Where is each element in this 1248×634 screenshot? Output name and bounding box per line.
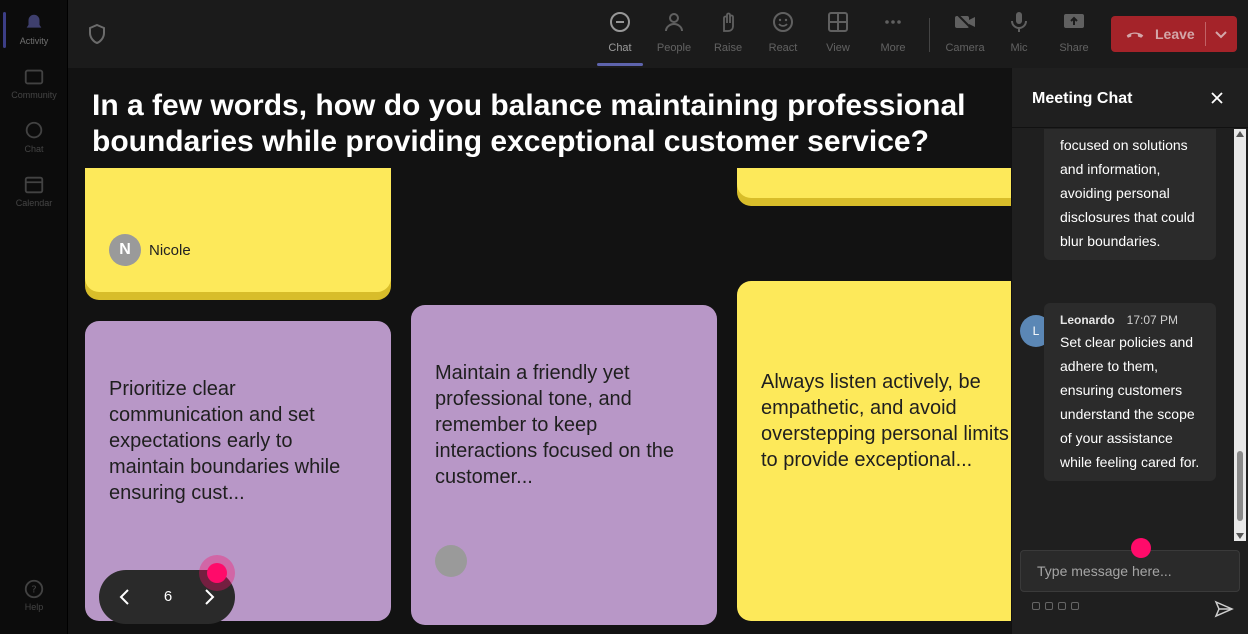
people-icon [665,13,683,32]
chat-message: Leonardo 17:07 PM Set clear policies and … [1044,303,1216,481]
idea-card[interactable] [737,168,1011,198]
toolbar-people-button[interactable]: People [646,10,702,54]
chat-scrollbar[interactable] [1234,129,1246,541]
chat-message: focused on solutions and information, av… [1044,129,1216,260]
toolbar-camera-button[interactable]: Camera [937,10,993,54]
chevron-left-icon[interactable] [115,587,135,607]
avatar [435,545,467,577]
chat-messages: focused on solutions and information, av… [1012,129,1234,541]
send-icon[interactable] [1214,599,1234,619]
toolbar-view-button[interactable]: View [810,10,866,54]
toolbar-camera-label: Camera [945,42,985,54]
toolbar-mic-button[interactable]: Mic [991,10,1047,54]
scroll-thumb[interactable] [1237,451,1243,521]
toolbar-share-label: Share [1059,42,1089,54]
rail-item-community[interactable]: Community [0,66,68,100]
meeting-toolbar: Chat People Raise React View More Camera… [68,0,1248,68]
mouse-cursor [1131,538,1151,558]
gif-icon[interactable] [1071,602,1079,610]
format-icon[interactable] [1032,602,1040,610]
toolbar-more-button[interactable]: More [865,10,921,54]
board-stage: In a few words, how do you balance maint… [68,68,1011,634]
chat-icon [25,121,43,139]
toolbar-raise-label: Raise [713,42,743,54]
toolbar-react-label: React [768,42,798,54]
leave-button[interactable]: Leave [1111,16,1237,52]
avatar-initial: L [1032,324,1040,338]
message-time: 17:07 PM [1126,313,1179,327]
toolbar-share-button[interactable]: Share [1046,10,1102,54]
grid-icon [828,12,848,32]
rail-label-calendar: Calendar [15,198,53,208]
toolbar-view-label: View [826,42,850,54]
toolbar-react-button[interactable]: React [755,10,811,54]
leave-label: Leave [1155,26,1195,42]
scroll-up-arrow[interactable] [1236,131,1244,137]
avatar: N [109,234,141,266]
mic-icon [1011,12,1027,32]
chat-title: Meeting Chat [1032,90,1133,107]
message-meta: Leonardo 17:07 PM [1060,310,1200,330]
card-text: Maintain a friendly yet professional ton… [435,362,675,488]
shield-icon[interactable] [88,24,106,44]
hand-icon [723,12,734,32]
more-icon [885,20,901,24]
left-rail: Activity Community Chat Calendar ? Help [0,0,68,634]
idea-card[interactable]: Always listen actively, be empathetic, a… [737,281,1011,621]
active-tab-indicator [597,63,643,66]
question-title: In a few words, how do you balance maint… [92,89,966,158]
card-author: N Nicole [109,234,191,266]
hang-up-icon [1126,32,1144,38]
bell-icon [26,14,42,28]
chat-header: Meeting Chat [1012,68,1248,128]
toolbar-mic-label: Mic [1010,42,1028,54]
smiley-icon [773,12,793,32]
rail-label-chat: Chat [24,144,44,154]
rail-item-help[interactable]: ? Help [0,578,68,612]
camera-off-icon [955,12,975,32]
card-text: Prioritize clear communication and set e… [109,378,341,504]
message-text: Set clear policies and adhere to them, e… [1060,334,1200,470]
message-text: focused on solutions and information, av… [1060,137,1195,249]
mouse-cursor [207,563,227,583]
rail-label-help: Help [24,602,44,612]
message-author: Leonardo [1060,313,1115,327]
scroll-down-arrow[interactable] [1236,533,1244,539]
community-icon [24,69,44,85]
toolbar-chat-label: Chat [608,42,632,54]
chat-icon [610,12,630,32]
svg-text:?: ? [31,585,36,596]
rail-item-chat[interactable]: Chat [0,120,68,154]
chevron-down-icon[interactable] [1213,26,1229,42]
leave-divider [1205,22,1206,46]
rail-label-activity: Activity [19,36,49,46]
help-icon: ? [24,579,44,599]
page-number: 6 [163,588,173,605]
toolbar-raise-button[interactable]: Raise [700,10,756,54]
toolbar-people-label: People [656,42,692,54]
rail-item-calendar[interactable]: Calendar [0,174,68,208]
idea-card[interactable]: Maintain a friendly yet professional ton… [411,305,717,625]
format-toolbar [1032,602,1079,610]
chat-message-input[interactable] [1020,550,1240,592]
idea-card[interactable]: N Nicole [85,168,391,292]
toolbar-more-label: More [880,42,906,54]
share-icon [1064,14,1084,28]
close-icon[interactable] [1210,91,1224,105]
calendar-icon [24,176,44,194]
chat-panel: Meeting Chat focused on solutions and in… [1011,68,1248,634]
toolbar-chat-button[interactable]: Chat [592,10,648,54]
card-text: Always listen actively, be empathetic, a… [761,371,1009,471]
author-name: Nicole [149,241,191,259]
rail-item-activity[interactable]: Activity [0,12,68,46]
emoji-icon[interactable] [1058,602,1066,610]
attach-icon[interactable] [1045,602,1053,610]
rail-label-community: Community [11,90,57,100]
toolbar-divider [929,18,930,52]
